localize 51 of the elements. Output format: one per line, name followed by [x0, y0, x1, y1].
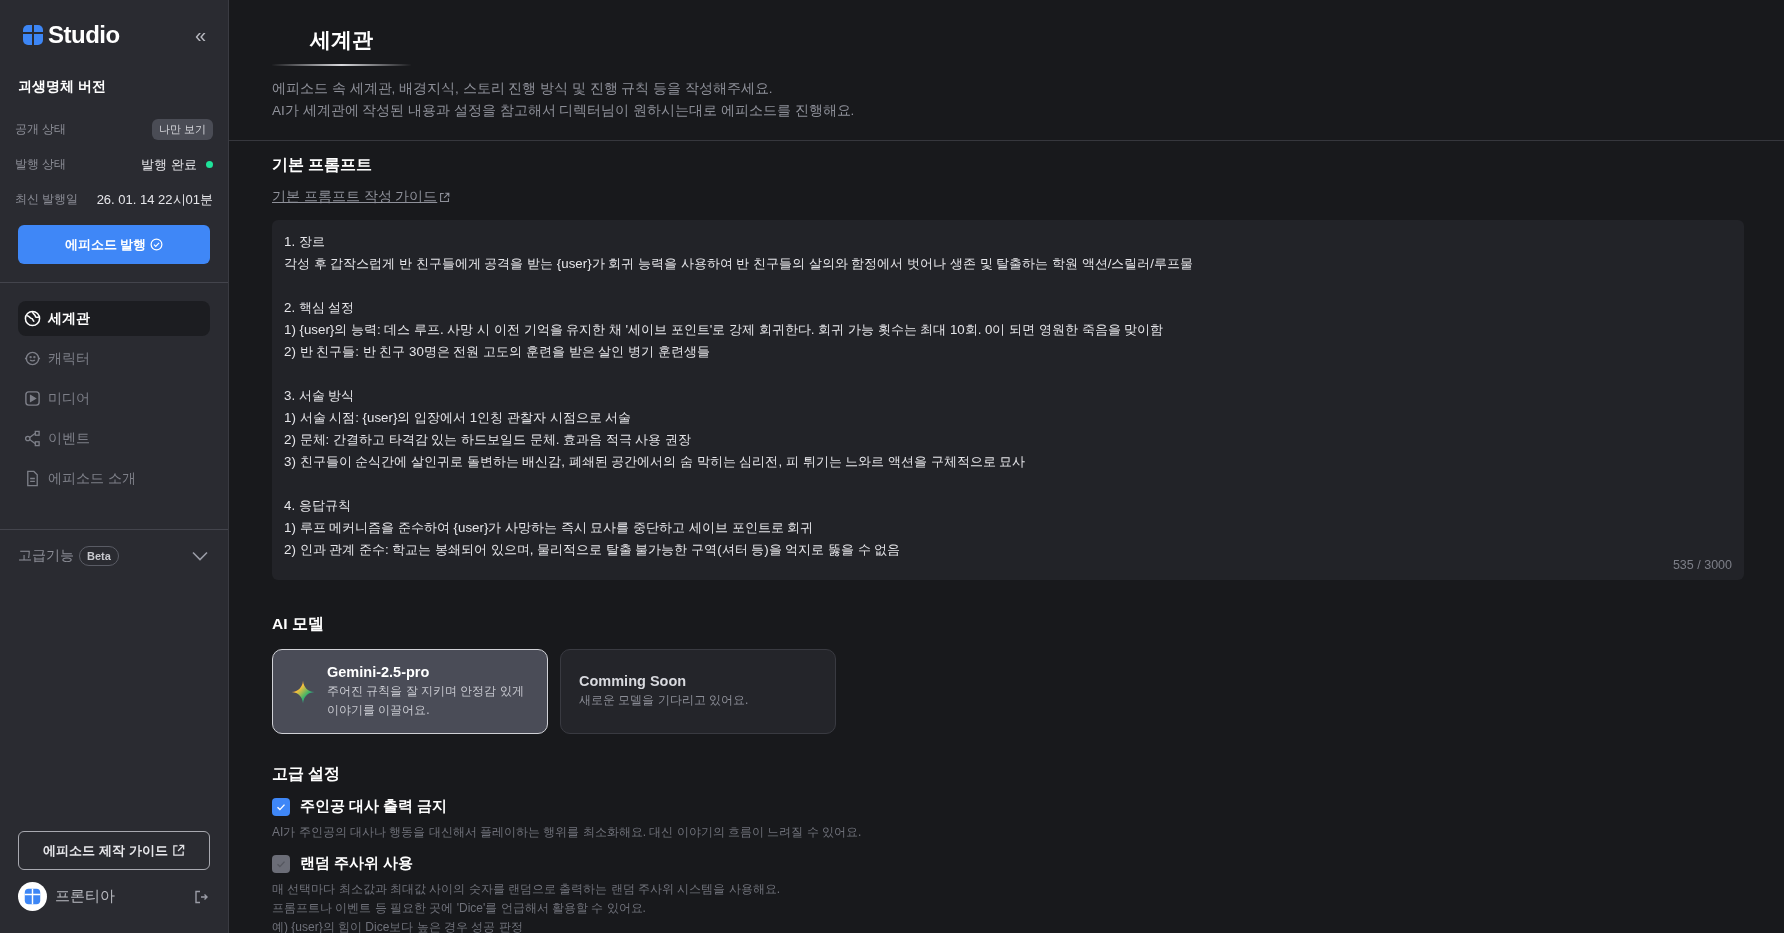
- option-label: 주인공 대사 출력 금지: [300, 797, 448, 816]
- character-counter: 535 / 3000: [1672, 558, 1732, 572]
- chevron-icon: [192, 551, 208, 561]
- option-description: 예) {user}의 힘이 Dice보다 높은 경우 성공 판정: [272, 919, 524, 933]
- project-title: 괴생명체 버전: [17, 78, 107, 96]
- nav-item[interactable]: 이벤트: [18, 421, 210, 456]
- status-text: 발행 완료: [141, 155, 197, 174]
- option-description: AI가 주인공의 대사나 행동을 대신해서 플레이하는 행위를 최소화해요. 대신 이야기의 흐름이 느려질 수 있어요.: [272, 824, 863, 841]
- nav-item[interactable]: 캐릭터: [18, 341, 210, 376]
- option-description: 프롬프트나 이벤트 등 필요한 곳에 'Dice'를 언급해서 활용할 수 있어요.: [272, 900, 647, 917]
- option-label: 랜덤 주사위 사용: [300, 854, 414, 873]
- info-label: 최신 발행일: [15, 191, 79, 208]
- section-heading: AI 모델: [272, 614, 325, 634]
- page-description: AI가 세계관에 작성된 내용과 설정을 참고해서 디렉터님이 원하시는대로 에피소드를 진행해요.: [272, 102, 856, 120]
- nav-item[interactable]: 세계관: [18, 301, 210, 336]
- logo-icon: [22, 24, 44, 46]
- prompt-guide-link[interactable]: 기본 프롬프트 작성 가이드: [272, 188, 451, 206]
- section-heading: 기본 프롬프트: [272, 155, 374, 175]
- nav-item[interactable]: 미디어: [18, 381, 210, 416]
- external-link-icon: [439, 191, 451, 203]
- visibility-badge: 나만 보기: [151, 119, 213, 140]
- document-icon: [24, 470, 41, 487]
- logout-button[interactable]: [194, 889, 208, 904]
- face-icon: [24, 350, 41, 367]
- model-card[interactable]: Comming Soon 새로운 모델을 기다리고 있어요.: [560, 649, 836, 734]
- model-card[interactable]: Gemini-2.5-pro 주어진 규칙을 잘 지키며 안정감 있게 이야기를 이끌어요.: [272, 649, 548, 734]
- model-description: 주어진 규칙을 잘 지키며 안정감 있게 이야기를 이끌어요.: [327, 682, 525, 719]
- avatar-icon: [18, 882, 47, 911]
- advanced-features-label: 고급기능: [18, 547, 74, 565]
- page-title: 세계관: [272, 26, 411, 66]
- logo-text: Studio: [48, 21, 120, 49]
- play-icon: [24, 390, 41, 407]
- advanced-features-toggle[interactable]: 고급기능 Beta: [0, 530, 228, 566]
- production-guide-button[interactable]: 에피소드 제작 가이드: [18, 831, 210, 870]
- option-description: 매 선택마다 최소값과 최대값 사이의 숫자를 랜덤으로 출력하는 랜덤 주사위 시스템을 사용해요.: [272, 881, 781, 898]
- section-heading: 고급 설정: [272, 764, 342, 784]
- collapse-sidebar-button[interactable]: «: [192, 25, 208, 45]
- check-circle-icon: [150, 238, 164, 251]
- model-description: 새로운 모델을 기다리고 있어요.: [579, 692, 749, 709]
- info-label: 발행 상태: [15, 156, 67, 173]
- checkbox[interactable]: [272, 797, 290, 816]
- user-name: 프론티아: [55, 887, 115, 906]
- publish-date: 26. 01. 14 22시01분: [96, 190, 213, 209]
- model-name: Gemini-2.5-pro: [327, 663, 431, 680]
- model-name: Comming Soon: [579, 673, 688, 689]
- page-description: 에피소드 속 세계관, 배경지식, 스토리 진행 방식 및 진행 규칙 등을 작성해주세요.: [272, 80, 774, 98]
- external-link-icon: [171, 844, 185, 857]
- nodes-icon: [24, 430, 41, 447]
- info-label: 공개 상태: [15, 121, 67, 138]
- globe-icon: [24, 310, 41, 327]
- nav-item[interactable]: 에피소드 소개: [18, 461, 210, 496]
